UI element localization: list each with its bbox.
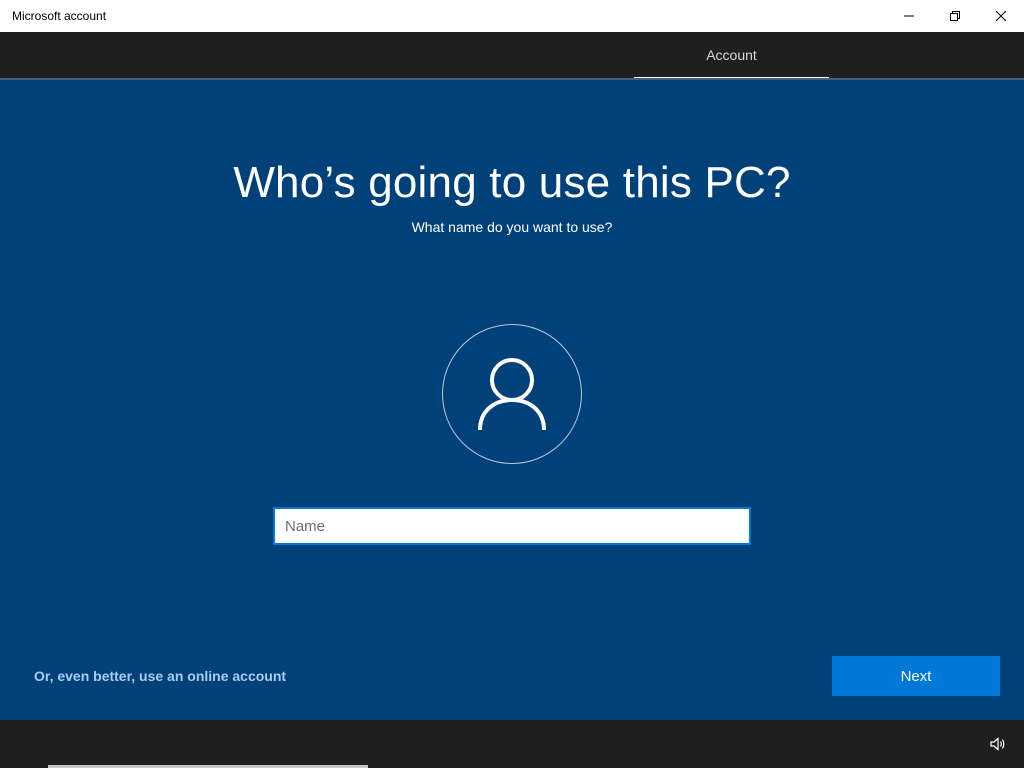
header-bar: Account: [0, 32, 1024, 80]
volume-button[interactable]: [984, 732, 1012, 756]
volume-icon: [990, 737, 1005, 751]
user-icon: [478, 358, 546, 431]
restore-icon: [950, 11, 960, 21]
header-divider: [0, 78, 1024, 80]
minimize-icon: [904, 15, 914, 17]
page-title: Who’s going to use this PC?: [233, 158, 791, 207]
title-bar: Microsoft account: [0, 0, 1024, 32]
page-subtitle: What name do you want to use?: [411, 219, 613, 235]
next-button[interactable]: Next: [832, 656, 1000, 696]
restore-button[interactable]: [932, 0, 978, 32]
online-account-link[interactable]: Or, even better, use an online account: [34, 668, 286, 684]
close-icon: [996, 11, 1006, 21]
name-input[interactable]: [273, 507, 751, 545]
avatar: [442, 324, 582, 464]
window-title: Microsoft account: [12, 9, 107, 23]
minimize-button[interactable]: [886, 0, 932, 32]
bottom-bar: [0, 720, 1024, 768]
tab-account[interactable]: Account: [634, 32, 829, 78]
oobe-window: Microsoft account Account Who’s going to…: [0, 0, 1024, 768]
close-button[interactable]: [978, 0, 1024, 32]
